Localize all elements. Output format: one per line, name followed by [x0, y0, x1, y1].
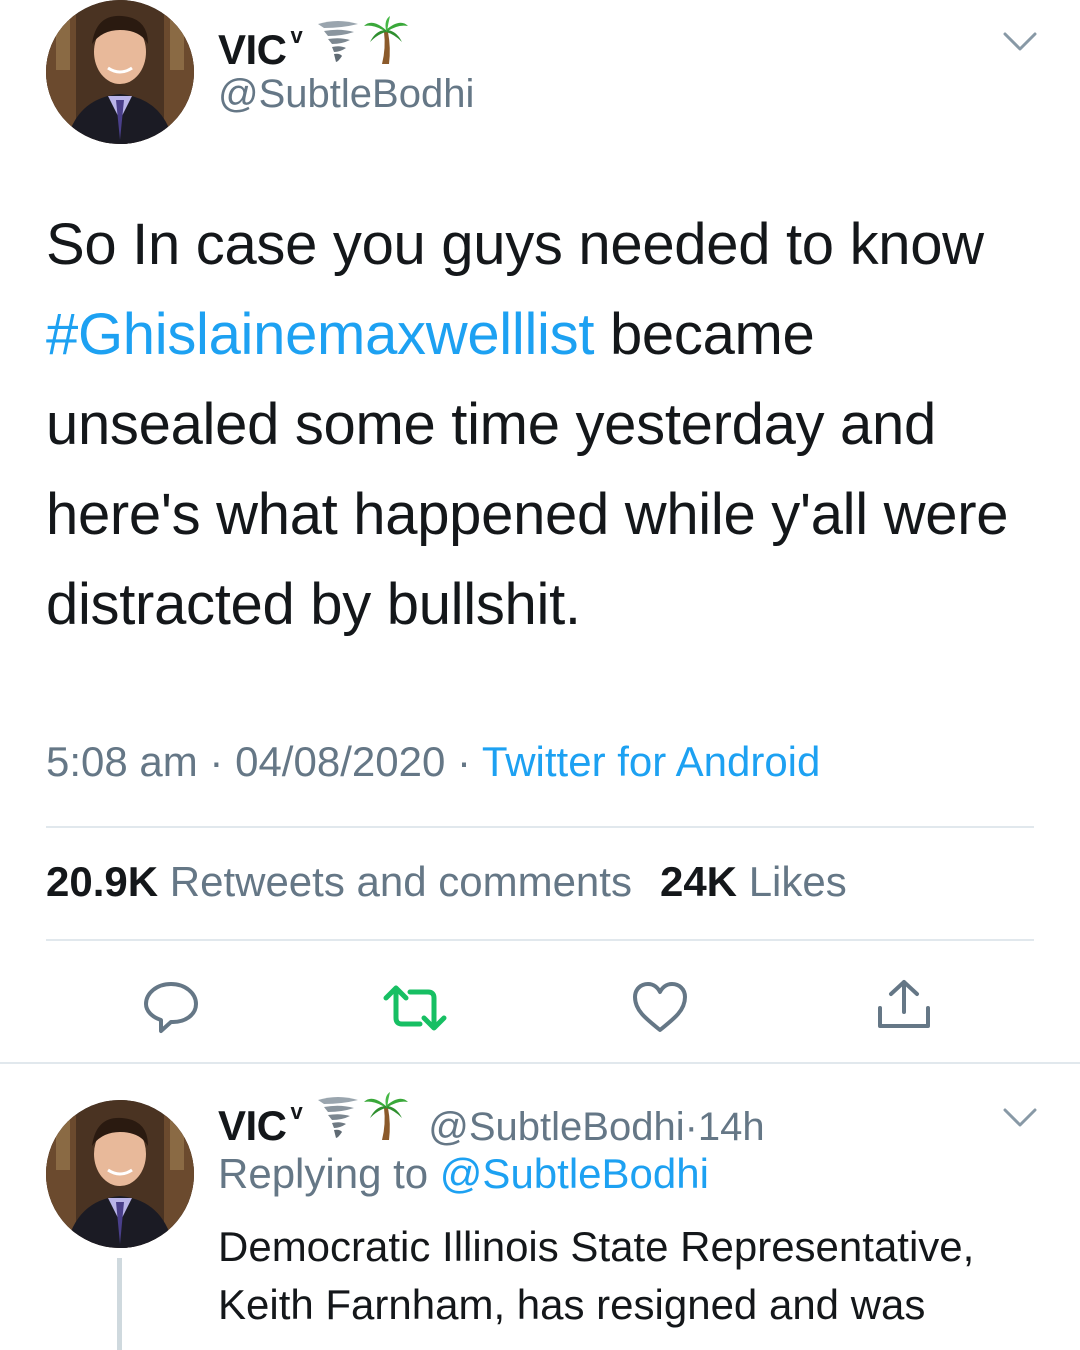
divider	[46, 939, 1034, 941]
divider	[46, 826, 1034, 828]
tweet-source-link[interactable]: Twitter for Android	[482, 738, 820, 785]
reply-text: Democratic Illinois State Representative…	[218, 1223, 975, 1328]
reply-time-separator: ·	[684, 1105, 698, 1149]
chevron-down-icon[interactable]	[1003, 1108, 1037, 1128]
reply-icon[interactable]	[141, 980, 201, 1034]
share-icon[interactable]	[875, 978, 933, 1032]
tornado-emoji	[316, 1094, 360, 1145]
reply-author-name[interactable]: VIC v	[218, 1099, 303, 1150]
author-name-row: VIC v	[218, 16, 409, 74]
reply-author-avatar[interactable]	[46, 1100, 194, 1248]
like-icon[interactable]	[631, 980, 689, 1034]
replying-to-label: Replying to	[218, 1150, 440, 1197]
author-name[interactable]: VIC v	[218, 23, 303, 74]
replying-to: Replying to @SubtleBodhi	[218, 1150, 709, 1198]
replying-to-handle-link[interactable]: @SubtleBodhi	[440, 1150, 709, 1197]
tornado-emoji	[316, 18, 360, 69]
tweet-text: So In case you guys needed to know #Ghis…	[46, 200, 1046, 650]
retweets-stat[interactable]: 20.9K Retweets and comments	[46, 858, 632, 905]
reply-author-handle[interactable]: @SubtleBodhi	[428, 1105, 684, 1150]
hashtag-link[interactable]: #Ghislainemaxwelllist	[46, 302, 594, 367]
chevron-down-icon[interactable]	[1003, 32, 1037, 52]
meta-separator: ·	[197, 738, 236, 785]
author-handle[interactable]: @SubtleBodhi	[218, 72, 474, 117]
palm-tree-emoji	[364, 16, 409, 69]
divider	[0, 1062, 1080, 1064]
reply-header: VIC v @SubtleBodhi · 14h	[218, 1092, 765, 1150]
palm-tree-emoji	[364, 1092, 409, 1145]
tweet-meta: 5:08 am · 04/08/2020 · Twitter for Andro…	[46, 738, 820, 786]
retweet-icon[interactable]	[382, 984, 448, 1032]
meta-separator: ·	[445, 738, 482, 785]
tweet-date: 04/08/2020	[235, 738, 446, 785]
tweet-text-part1: So In case you guys needed to know	[46, 212, 984, 277]
reply-time: 14h	[697, 1105, 765, 1149]
thread-line	[117, 1258, 122, 1350]
tweet-time: 5:08 am	[46, 738, 198, 785]
author-avatar[interactable]	[46, 0, 194, 144]
likes-stat[interactable]: 24K Likes	[660, 858, 847, 905]
tweet-stats: 20.9K Retweets and comments 24K Likes	[46, 858, 847, 906]
